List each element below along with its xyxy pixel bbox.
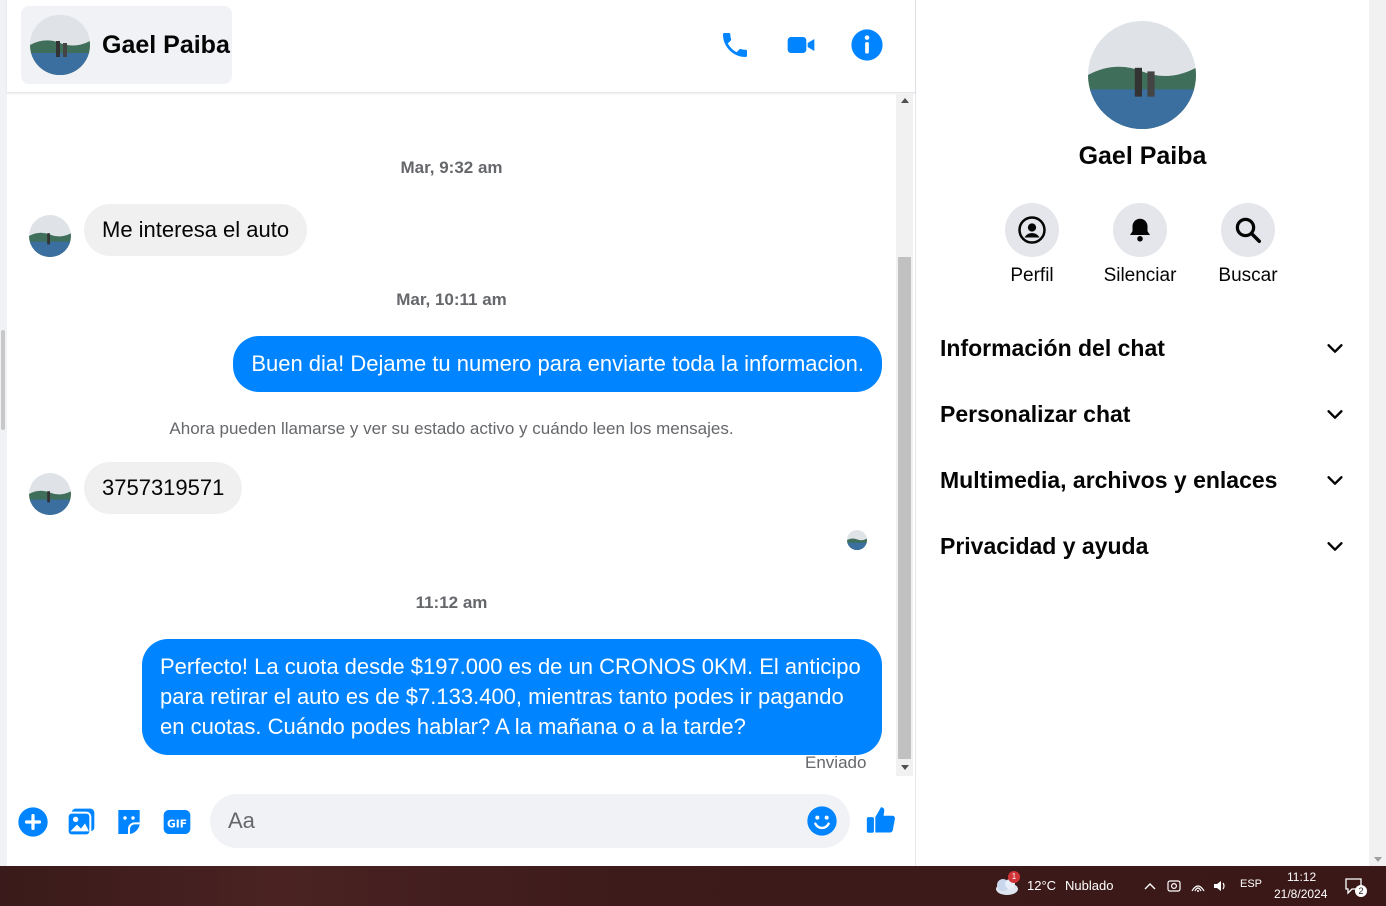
chevron-down-icon: [1327, 542, 1343, 551]
profile-action-button[interactable]: Perfil: [987, 203, 1077, 287]
message-list[interactable]: Mar, 9:32 am Me interesa el auto Mar, 10…: [7, 94, 915, 780]
chevron-down-icon: [1327, 344, 1343, 353]
chevron-down-icon: [1327, 476, 1343, 485]
chat-notice: Ahora pueden llamarse y ver su estado ac…: [169, 419, 734, 438]
wifi-icon[interactable]: [1190, 878, 1206, 894]
weather-alert-badge: 1: [1008, 871, 1020, 883]
attach-photo-button[interactable]: [63, 804, 99, 840]
outgoing-message[interactable]: Perfecto! La cuota desde $197.000 es de …: [142, 639, 882, 755]
video-icon: [787, 37, 815, 53]
sticker-icon: [118, 810, 140, 834]
video-call-button[interactable]: [780, 24, 822, 66]
section-label: Información del chat: [940, 334, 1165, 361]
read-receipt-avatar: [847, 530, 867, 550]
notifications-button[interactable]: 2: [1344, 876, 1367, 898]
weather-temperature: 12°C: [1027, 878, 1057, 893]
message-status: Enviado: [805, 753, 867, 772]
image-icon: [66, 808, 95, 837]
left-edge-strip: [0, 0, 7, 866]
section-label: Personalizar chat: [940, 400, 1131, 427]
profile-action-label: Perfil: [1010, 265, 1054, 286]
taskbar-date[interactable]: 21/8/2024: [1274, 887, 1327, 901]
sticker-button[interactable]: [111, 804, 147, 840]
send-like-button[interactable]: [863, 802, 899, 838]
message-input-wrapper: [210, 794, 850, 848]
screen: Gael Paiba Mar, 9:32 am Me interesa el a…: [0, 0, 1386, 906]
profile-avatar: [1088, 21, 1196, 129]
scroll-down-arrow[interactable]: [1374, 857, 1382, 862]
scroll-down-arrow[interactable]: [901, 765, 909, 770]
sender-avatar: [29, 473, 71, 515]
contact-name: Gael Paiba: [102, 30, 230, 59]
notification-count: 2: [1355, 885, 1367, 897]
section-media-files-links[interactable]: Multimedia, archivos y enlaces: [928, 452, 1358, 508]
scroll-up-arrow[interactable]: [901, 98, 909, 103]
message-timestamp: Mar, 9:32 am: [400, 158, 503, 177]
section-label: Privacidad y ayuda: [940, 532, 1149, 559]
sender-avatar: [29, 215, 71, 257]
profile-name: Gael Paiba: [1078, 142, 1207, 170]
mute-action-label: Silenciar: [1103, 265, 1177, 286]
chat-panel: Gael Paiba Mar, 9:32 am Me interesa el a…: [7, 0, 916, 866]
info-panel: Gael Paiba Perfil Silenciar Buscar Infor…: [916, 0, 1369, 866]
message-timestamp: 11:12 am: [415, 593, 488, 612]
weather-condition: Nublado: [1065, 878, 1114, 893]
chevron-down-icon: [1327, 410, 1343, 419]
search-icon: [1235, 217, 1261, 243]
windows-taskbar: 1 12°C Nublado ESP 11:12 21/8/2024 2: [0, 866, 1386, 906]
gif-button[interactable]: GIF: [159, 804, 195, 840]
contact-header-button[interactable]: Gael Paiba: [21, 6, 232, 84]
section-label: Multimedia, archivos y enlaces: [940, 466, 1278, 493]
edge-resize-handle[interactable]: [1, 330, 5, 430]
message-timestamp: Mar, 10:11 am: [396, 290, 507, 309]
emoji-icon: [807, 806, 837, 836]
contact-avatar: [30, 15, 90, 75]
more-actions-button[interactable]: [15, 804, 51, 840]
section-customize-chat[interactable]: Personalizar chat: [928, 386, 1358, 442]
page-scrollbar[interactable]: [1369, 0, 1386, 866]
bell-icon: [1130, 218, 1150, 242]
conversation-info-button[interactable]: [846, 24, 888, 66]
phone-icon: [723, 33, 747, 57]
info-icon: [851, 29, 883, 61]
scroll-thumb[interactable]: [898, 257, 911, 759]
volume-icon[interactable]: [1212, 878, 1228, 894]
message-scrollbar[interactable]: [896, 94, 913, 776]
emoji-button[interactable]: [806, 805, 838, 837]
camera-icon[interactable]: [1166, 878, 1182, 894]
message-input[interactable]: [228, 794, 788, 848]
taskbar-time[interactable]: 11:12: [1287, 870, 1316, 884]
section-chat-info[interactable]: Información del chat: [928, 320, 1358, 376]
gif-icon: GIF: [163, 810, 191, 834]
search-action-label: Buscar: [1218, 265, 1278, 286]
section-privacy-help[interactable]: Privacidad y ayuda: [928, 518, 1358, 574]
gif-label: GIF: [167, 817, 187, 830]
plus-icon: [18, 807, 48, 837]
phone-call-button[interactable]: [714, 24, 756, 66]
incoming-message[interactable]: 3757319571: [84, 462, 243, 514]
search-action-button[interactable]: Buscar: [1203, 203, 1293, 287]
profile-icon: [1018, 216, 1046, 244]
mute-action-button[interactable]: Silenciar: [1095, 203, 1185, 287]
chevron-up-icon[interactable]: [1142, 878, 1158, 894]
thumbs-up-icon: [866, 807, 895, 833]
outgoing-message[interactable]: Buen dia! Dejame tu numero para enviarte…: [233, 336, 882, 392]
incoming-message[interactable]: Me interesa el auto: [84, 204, 308, 256]
input-language[interactable]: ESP: [1240, 878, 1262, 890]
composer: GIF: [7, 780, 915, 866]
chat-header: Gael Paiba: [7, 0, 915, 93]
